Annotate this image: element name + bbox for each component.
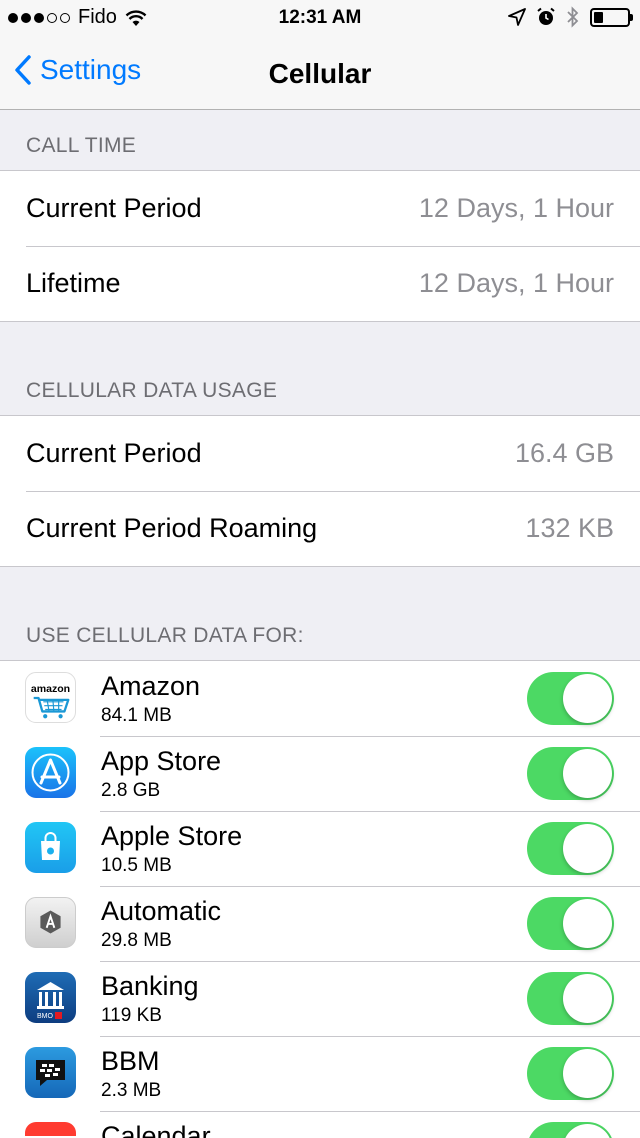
row-label: Current Period (26, 193, 202, 223)
call-time-lifetime-row: Lifetime 12 Days, 1 Hour (0, 246, 640, 321)
bbm-cellular-toggle[interactable] (527, 1047, 614, 1100)
apple-store-icon (25, 822, 76, 873)
app-row-banking: BMO Banking 119 KB (0, 961, 640, 1036)
alarm-icon (537, 7, 555, 25)
calendar-icon (25, 1122, 76, 1138)
status-right (508, 6, 633, 28)
app-name: BBM (101, 1046, 160, 1076)
amazon-cellular-toggle[interactable] (527, 672, 614, 725)
app-usage: 84.1 MB (101, 705, 172, 726)
automatic-cellular-toggle[interactable] (527, 897, 614, 950)
section-header-call-time: CALL TIME (26, 134, 137, 157)
amazon-icon: amazon (25, 672, 76, 723)
data-usage-group: Current Period 16.4 GB Current Period Ro… (0, 415, 640, 567)
battery-icon (590, 7, 633, 27)
bluetooth-icon (567, 6, 579, 28)
navigation-bar: Settings Cellular (0, 40, 640, 110)
app-usage: 10.5 MB (101, 855, 172, 876)
toggle-knob (563, 749, 612, 798)
app-name: Automatic (101, 896, 222, 926)
toggle-knob (563, 1049, 612, 1098)
data-usage-current-period-row: Current Period 16.4 GB (0, 416, 640, 491)
app-name: Calendar (101, 1121, 211, 1138)
row-value: 132 KB (525, 513, 614, 543)
call-time-current-period-row: Current Period 12 Days, 1 Hour (0, 171, 640, 246)
app-row-calendar: Calendar (0, 1111, 640, 1138)
page-title: Cellular (268, 58, 372, 89)
location-arrow-icon (508, 8, 526, 26)
app-name: App Store (101, 746, 222, 776)
app-row-app-store: App Store 2.8 GB (0, 736, 640, 811)
app-row-automatic: Automatic 29.8 MB (0, 886, 640, 961)
amazon-logo-text: amazon (31, 683, 70, 695)
banking-cellular-toggle[interactable] (527, 972, 614, 1025)
status-bar: Fido 12:31 AM (0, 0, 640, 40)
app-usage: 29.8 MB (101, 930, 172, 951)
section-header-use-cellular: USE CELLULAR DATA FOR: (26, 624, 304, 647)
row-value: 16.4 GB (514, 438, 614, 468)
toggle-knob (563, 899, 612, 948)
app-name: Banking (101, 971, 199, 1001)
row-label: Current Period (26, 438, 202, 468)
app-row-amazon: amazon Amazon 84.1 MB (0, 661, 640, 736)
automatic-icon (25, 897, 76, 948)
app-usage: 119 KB (101, 1005, 162, 1026)
calendar-cellular-toggle[interactable] (527, 1122, 614, 1138)
apple-store-cellular-toggle[interactable] (527, 822, 614, 875)
app-name: Amazon (101, 671, 201, 701)
bank-logo-text: BMO (37, 1013, 54, 1020)
app-row-bbm: BBM 2.3 MB (0, 1036, 640, 1111)
row-value: 12 Days, 1 Hour (418, 268, 614, 298)
apps-group: amazon Amazon 84.1 MB App Store 2.8 GB A… (0, 660, 640, 1138)
toggle-knob (563, 824, 612, 873)
row-label: Current Period Roaming (26, 513, 318, 543)
toggle-knob (563, 674, 612, 723)
app-store-icon (25, 747, 76, 798)
bbm-icon (25, 1047, 76, 1098)
app-row-apple-store: Apple Store 10.5 MB (0, 811, 640, 886)
data-usage-roaming-row: Current Period Roaming 132 KB (0, 491, 640, 566)
app-usage: 2.8 GB (101, 780, 161, 801)
section-header-data-usage: CELLULAR DATA USAGE (26, 379, 278, 402)
banking-icon: BMO (25, 972, 76, 1023)
app-name: Apple Store (101, 821, 243, 851)
row-label: Lifetime (26, 268, 121, 298)
call-time-group: Current Period 12 Days, 1 Hour Lifetime … (0, 170, 640, 322)
toggle-knob (563, 1124, 612, 1138)
app-store-cellular-toggle[interactable] (527, 747, 614, 800)
app-usage: 2.3 MB (101, 1080, 162, 1101)
toggle-knob (563, 974, 612, 1023)
row-value: 12 Days, 1 Hour (418, 193, 614, 223)
